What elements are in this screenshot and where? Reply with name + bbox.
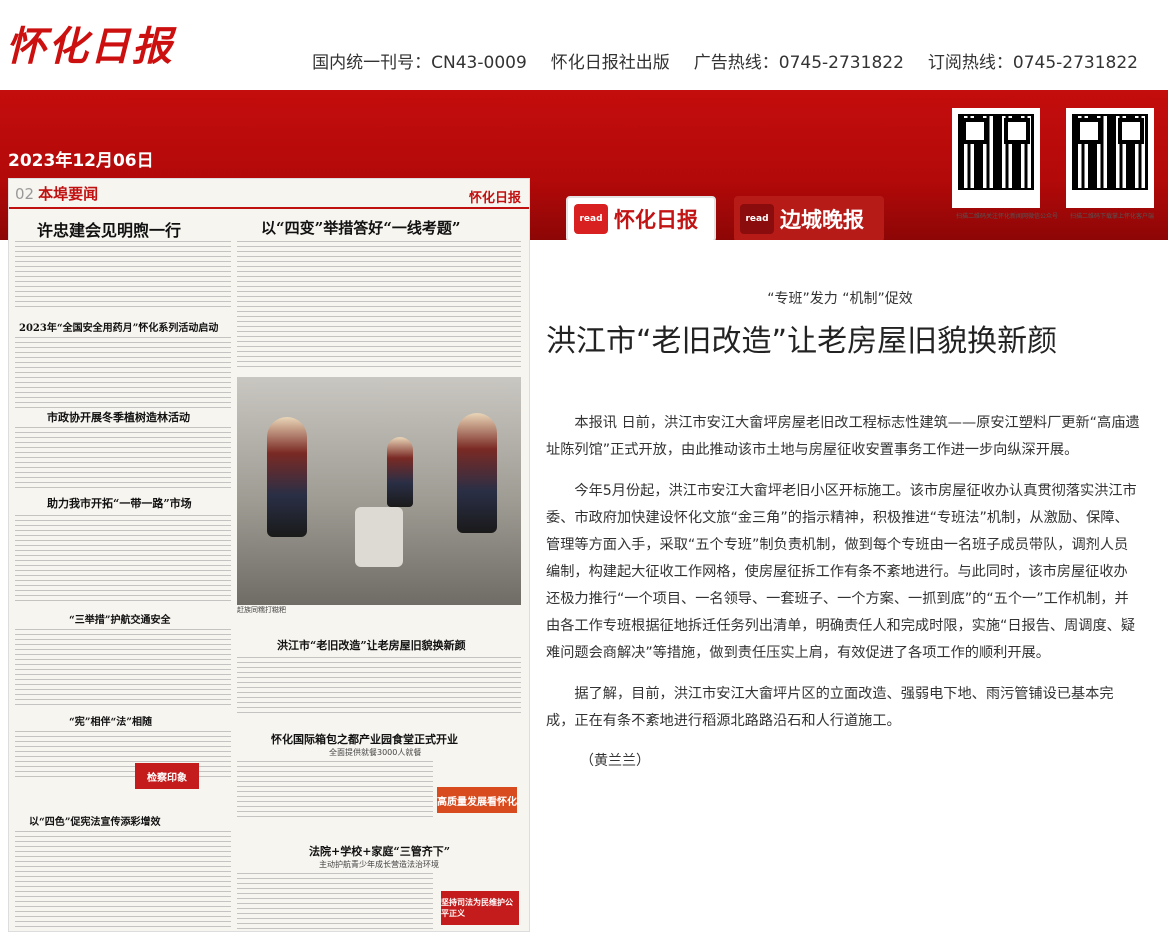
photo-caption: 赶族同糯打糍粑 [237,606,286,614]
headline-4[interactable]: 市政协开展冬季植树造林活动 [47,409,190,425]
headline-5[interactable]: 助力我市开拓“一带一路”市场 [47,495,192,511]
article-text-block [237,241,521,371]
headline-2[interactable]: 以“四变”举措答好“一线考题” [261,217,461,238]
newspaper-page[interactable]: 02 本埠要闻 怀化日报 许忠建会见明煦一行 以“四变”举措答好“一线考题” 20… [8,178,530,932]
article-panel: “专班”发力 “机制”促效 洪江市“老旧改造”让老房屋旧貌换新颜 本报讯 日前，… [540,240,1168,932]
news-photo[interactable] [237,377,521,605]
issue-date[interactable]: 2023年12月06日 [8,146,154,171]
article-text-block [237,657,521,717]
article-text-block [237,761,433,821]
justice-badge: 坚持司法为民维护公平正义 [441,891,519,925]
headline-11-sub: 主动护航青少年成长营造法治环境 [319,860,439,869]
article-text-block [15,831,231,927]
qr-code-wechat [952,108,1040,208]
page-section: 02 本埠要闻 [15,185,99,203]
headline-10[interactable]: 以“四色”促宪法宣传添彩增效 [29,813,161,828]
photo-mortar [355,507,403,567]
photo-figure [267,417,307,537]
read-icon: read [574,204,608,234]
publisher-text: 怀化日报社出版 [550,53,670,73]
tab-label: 怀化日报 [614,207,698,232]
article-text-block [15,515,231,603]
article-paragraph: 据了解，目前，洪江市安江大畲坪片区的立面改造、强弱电下地、雨污管铺设已基本完成，… [546,686,1114,729]
article-body: 本报讯 日前，洪江市安江大畲坪房屋老旧改工程标志性建筑——原安江塑料厂更新“高庙… [546,410,1140,749]
headline-9[interactable]: 怀化国际箱包之都产业园食堂正式开业 [271,731,458,747]
headline-7[interactable]: 洪江市“老旧改造”让老房屋旧貌换新颜 [277,637,466,653]
page-header: 02 本埠要闻 怀化日报 [9,179,529,209]
article-paragraph: 今年5月份起，洪江市安江大畲坪老旧小区开标施工。该市房屋征收办认真贯彻落实洪江市… [546,483,1137,661]
headline-3[interactable]: 2023年“全国安全用药月”怀化系列活动启动 [19,319,218,334]
headline-9-sub: 全面提供就餐3000人就餐 [329,748,422,757]
issn-text: 国内统一刊号：CN43-0009 [312,53,527,73]
photo-figure [387,437,413,507]
article-paragraph: 本报讯 日前，洪江市安江大畲坪房屋老旧改工程标志性建筑——原安江塑料厂更新“高庙… [546,415,1140,458]
qr-code-icon [1072,114,1148,190]
article-text-block [15,241,231,307]
article-text-block [237,873,433,929]
headline-1[interactable]: 许忠建会见明煦一行 [37,217,181,241]
qr-caption-app: 扫描二维码下载掌上怀化客户端 [1070,213,1155,220]
header-info-bar: 国内统一刊号：CN43-0009 怀化日报社出版 广告热线：0745-27318… [312,48,1138,73]
article-text-block [15,427,231,491]
site-logo[interactable]: 怀化日报 [6,14,174,72]
qr-caption-wechat: 扫描二维码关注怀化新闻网微信公众号 [956,213,1059,220]
article-title: 洪江市“老旧改造”让老房屋旧貌换新颜 [546,324,1058,359]
inspection-badge: 检察印象 [135,763,199,789]
qr-code-app [1066,108,1154,208]
development-badge: 高质量发展看怀化 [437,787,517,813]
qr-code-icon [958,114,1034,190]
tab-label: 边城晚报 [780,207,864,232]
headline-8[interactable]: “宪”相伴“法”相随 [69,713,152,728]
article-author: （黄兰兰） [580,753,650,769]
subscribe-hotline: 订阅热线：0745-2731822 [927,53,1138,73]
headline-11[interactable]: 法院+学校+家庭“三管齐下” [309,843,450,859]
article-kicker: “专班”发力 “机制”促效 [767,291,913,307]
tab-biancheng-evening[interactable]: read 边城晚报 [734,196,884,242]
ad-hotline: 广告热线：0745-2731822 [693,53,904,73]
page-masthead: 怀化日报 [468,191,521,206]
headline-6[interactable]: “三举措”护航交通安全 [69,611,171,626]
article-text-block [15,629,231,709]
tab-huaihua-daily[interactable]: read 怀化日报 [566,196,716,242]
photo-figure [457,413,497,533]
read-icon: read [740,204,774,234]
article-text-block [15,337,231,409]
site-header: 怀化日报 国内统一刊号：CN43-0009 怀化日报社出版 广告热线：0745-… [0,0,1168,90]
